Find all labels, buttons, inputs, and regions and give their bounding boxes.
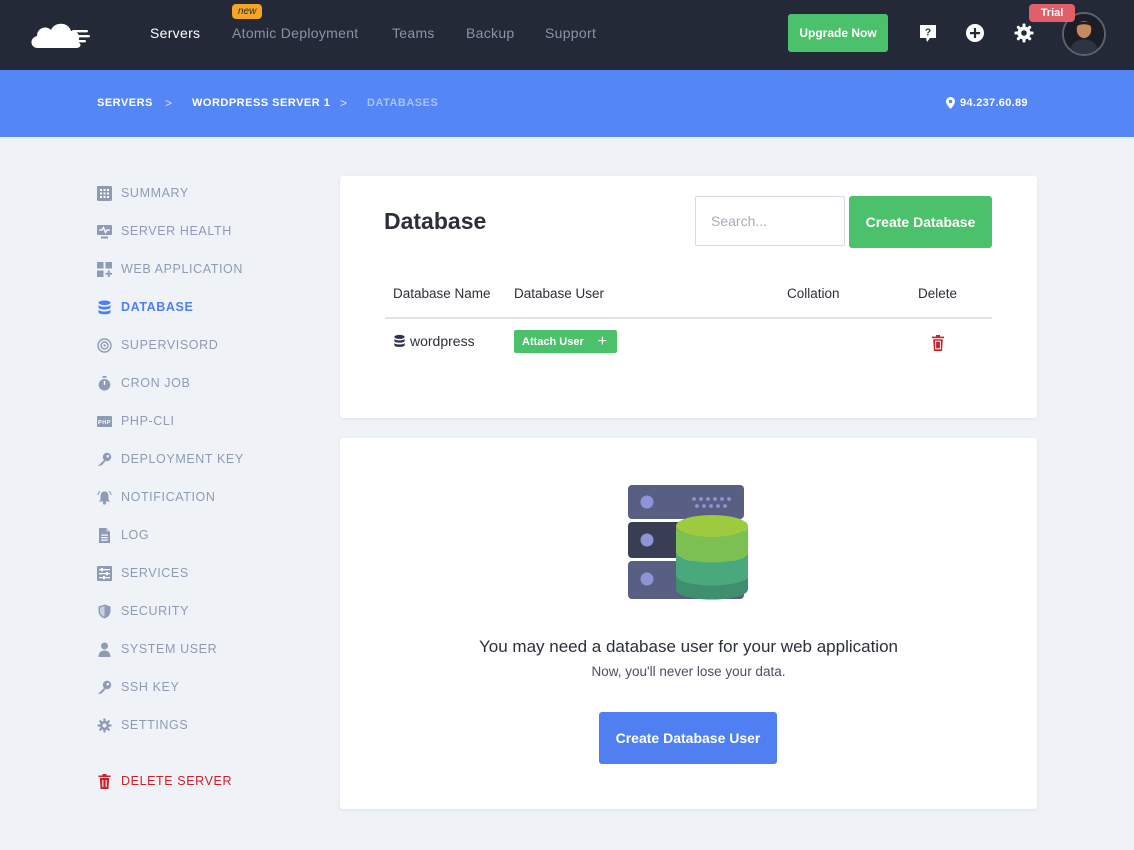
sidebar-item-label: SERVICES (121, 566, 189, 580)
sidebar-item-label: SYSTEM USER (121, 642, 218, 656)
database-user-card: You may need a database user for your we… (340, 438, 1037, 809)
sidebar-item-label: CRON JOB (121, 376, 191, 390)
server-health-icon (97, 224, 112, 238)
sidebar-item-php-cli[interactable]: PHP PHP-CLI (97, 412, 175, 430)
sidebar-item-supervisord[interactable]: SUPERVISORD (97, 336, 218, 354)
sidebar-item-summary[interactable]: SUMMARY (97, 184, 189, 202)
page-title: Database (384, 208, 487, 234)
nav-support[interactable]: Support (545, 25, 596, 41)
sidebar-item-ssh-key[interactable]: SSH KEY (97, 678, 179, 696)
trial-badge: Trial (1029, 4, 1075, 22)
nav-servers[interactable]: Servers (150, 25, 200, 41)
add-icon[interactable] (964, 22, 986, 44)
sidebar-item-label: SSH KEY (121, 680, 180, 694)
column-header-database-name: Database Name (393, 286, 491, 301)
sidebar-item-label: SETTINGS (121, 718, 189, 732)
sidebar-item-delete-server[interactable]: DELETE SERVER (97, 772, 232, 790)
shield-icon (98, 604, 111, 618)
create-database-button[interactable]: Create Database (849, 196, 992, 248)
key-icon (98, 680, 112, 694)
svg-text:?: ? (925, 28, 931, 39)
database-server-illustration (628, 485, 748, 600)
plus-icon: + (597, 332, 608, 350)
breadcrumb-databases: DATABASES (367, 97, 439, 109)
cloudways-logo[interactable] (28, 18, 92, 52)
sidebar-item-notification[interactable]: NOTIFICATION (97, 488, 215, 506)
sidebar-item-label: DELETE SERVER (121, 774, 233, 788)
location-pin-icon (946, 97, 955, 109)
column-header-collation: Collation (787, 286, 840, 301)
search-input[interactable] (695, 196, 845, 246)
web-application-icon (97, 261, 112, 277)
bell-icon (97, 490, 112, 505)
sidebar-item-label: SECURITY (121, 604, 190, 618)
column-header-database-user: Database User (514, 286, 605, 301)
breadcrumb-servers[interactable]: SERVERS (97, 97, 153, 109)
sidebar-item-label: NOTIFICATION (121, 490, 216, 504)
stopwatch-icon (98, 375, 111, 391)
gear-icon[interactable] (1013, 22, 1035, 44)
database-name-cell: wordpress (393, 333, 475, 349)
summary-icon (97, 185, 112, 201)
file-icon (99, 527, 110, 543)
php-icon: PHP (97, 415, 112, 427)
breadcrumb-separator: > (165, 96, 173, 110)
trash-icon[interactable] (931, 335, 945, 351)
sidebar-item-database[interactable]: DATABASE (97, 298, 193, 316)
create-database-user-button[interactable]: Create Database User (599, 712, 777, 764)
breadcrumb-wordpress-server[interactable]: WORDPRESS SERVER 1 (192, 97, 330, 109)
sidebar-item-label: PHP-CLI (121, 414, 175, 428)
sidebar-item-web-application[interactable]: WEB APPLICATION (97, 260, 243, 278)
sidebar-item-label: SERVER HEALTH (121, 224, 232, 238)
gear-icon (97, 718, 112, 732)
empty-state-title: You may need a database user for your we… (479, 637, 898, 656)
database-icon (394, 334, 405, 347)
sidebar-item-services[interactable]: SERVICES (97, 564, 189, 582)
sidebar-item-system-user[interactable]: SYSTEM USER (97, 640, 217, 658)
breadcrumb: SERVERS > WORDPRESS SERVER 1 > DATABASES… (0, 70, 1134, 137)
sidebar-item-deployment-key[interactable]: DEPLOYMENT KEY (97, 450, 244, 468)
sidebar-item-log[interactable]: LOG (97, 526, 149, 544)
sidebar-item-label: LOG (121, 528, 150, 542)
empty-state-subtitle: Now, you'll never lose your data. (591, 664, 786, 679)
top-navbar: Servers Atomic Deployment new Teams Back… (0, 0, 1134, 70)
nav-backup[interactable]: Backup (466, 25, 515, 41)
supervisord-icon (97, 337, 112, 353)
column-header-delete: Delete (918, 286, 958, 301)
nav-teams[interactable]: Teams (392, 25, 435, 41)
database-card: Database Create Database Database Name D… (340, 176, 1037, 418)
database-name: wordpress (410, 333, 475, 349)
sidebar-item-settings[interactable]: SETTINGS (97, 716, 188, 734)
attach-user-label: Attach User (522, 335, 584, 348)
user-icon (98, 642, 111, 657)
breadcrumb-separator: > (340, 96, 348, 110)
services-icon (97, 565, 112, 581)
sidebar-item-cron-job[interactable]: CRON JOB (97, 374, 190, 392)
sidebar-item-server-health[interactable]: SERVER HEALTH (97, 222, 232, 240)
table-divider (385, 317, 992, 319)
database-icon (98, 300, 111, 314)
svg-text:PHP: PHP (98, 420, 111, 426)
sidebar-item-label: DEPLOYMENT KEY (121, 452, 244, 466)
sidebar-item-label: DATABASE (121, 300, 194, 314)
help-icon[interactable]: ? (917, 22, 939, 44)
key-icon (98, 452, 112, 466)
trash-icon (98, 773, 111, 789)
nav-atomic-deployment[interactable]: Atomic Deployment (232, 25, 358, 41)
sidebar-item-label: WEB APPLICATION (121, 262, 243, 276)
new-badge: new (232, 4, 263, 19)
sidebar-item-label: SUPERVISORD (121, 338, 219, 352)
sidebar-item-label: SUMMARY (121, 186, 189, 200)
server-ip: 94.237.60.89 (946, 97, 1028, 109)
upgrade-now-button[interactable]: Upgrade Now (788, 14, 888, 52)
server-ip-value: 94.237.60.89 (960, 97, 1028, 109)
sidebar-item-security[interactable]: SECURITY (97, 602, 189, 620)
attach-user-button[interactable]: Attach User + (514, 330, 617, 353)
